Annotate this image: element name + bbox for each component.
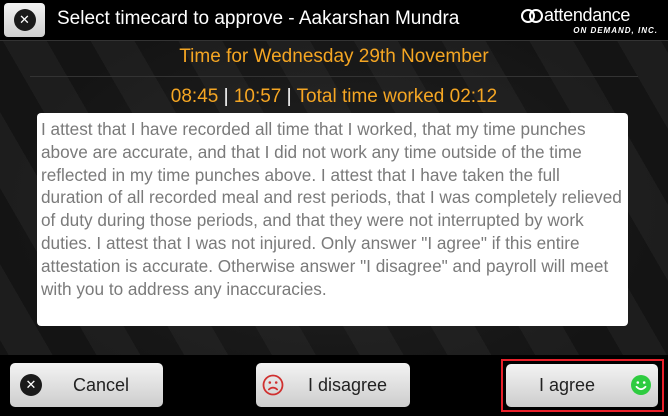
close-x-icon: ✕: [13, 9, 36, 31]
sad-face-icon: [262, 374, 284, 396]
close-button[interactable]: ✕: [4, 3, 45, 37]
disagree-button[interactable]: I disagree: [256, 363, 410, 407]
logo-wordmark: attendance: [544, 5, 631, 25]
agree-button-label: I agree: [539, 375, 596, 395]
total-time-worked: Total time worked 02:12: [296, 86, 498, 107]
disagree-button-label: I disagree: [308, 375, 388, 395]
header-bar: ✕ Select timecard to approve - Aakarshan…: [0, 0, 668, 41]
punch-times-row: 08:45 | 10:57 | Total time worked 02:12: [0, 86, 668, 108]
punch-in-time: 08:45: [170, 86, 219, 107]
close-x-icon: ✕: [20, 374, 42, 396]
logo-rings-icon: [521, 9, 543, 23]
agree-button[interactable]: I agree: [506, 364, 658, 407]
page-title: Select timecard to approve - Aakarshan M…: [57, 8, 460, 29]
punch-out-time: 10:57: [233, 86, 282, 107]
logo-tagline: ON DEMAND, INC.: [573, 26, 658, 35]
day-heading: Time for Wednesday 29th November: [179, 46, 489, 67]
cancel-button[interactable]: ✕ Cancel: [10, 363, 163, 407]
punch-separator: |: [223, 86, 229, 107]
action-bar: ✕ Cancel I disagree I agree: [0, 355, 668, 416]
attestation-panel: I attest that I have recorded all time t…: [37, 113, 628, 326]
punch-separator: |: [286, 86, 292, 107]
cancel-button-label: Cancel: [73, 375, 130, 395]
happy-face-icon: [631, 375, 651, 395]
attendance-logo: attendance ON DEMAND, INC.: [520, 5, 660, 37]
heading-divider: [30, 76, 638, 77]
attestation-text: I attest that I have recorded all time t…: [41, 119, 622, 299]
